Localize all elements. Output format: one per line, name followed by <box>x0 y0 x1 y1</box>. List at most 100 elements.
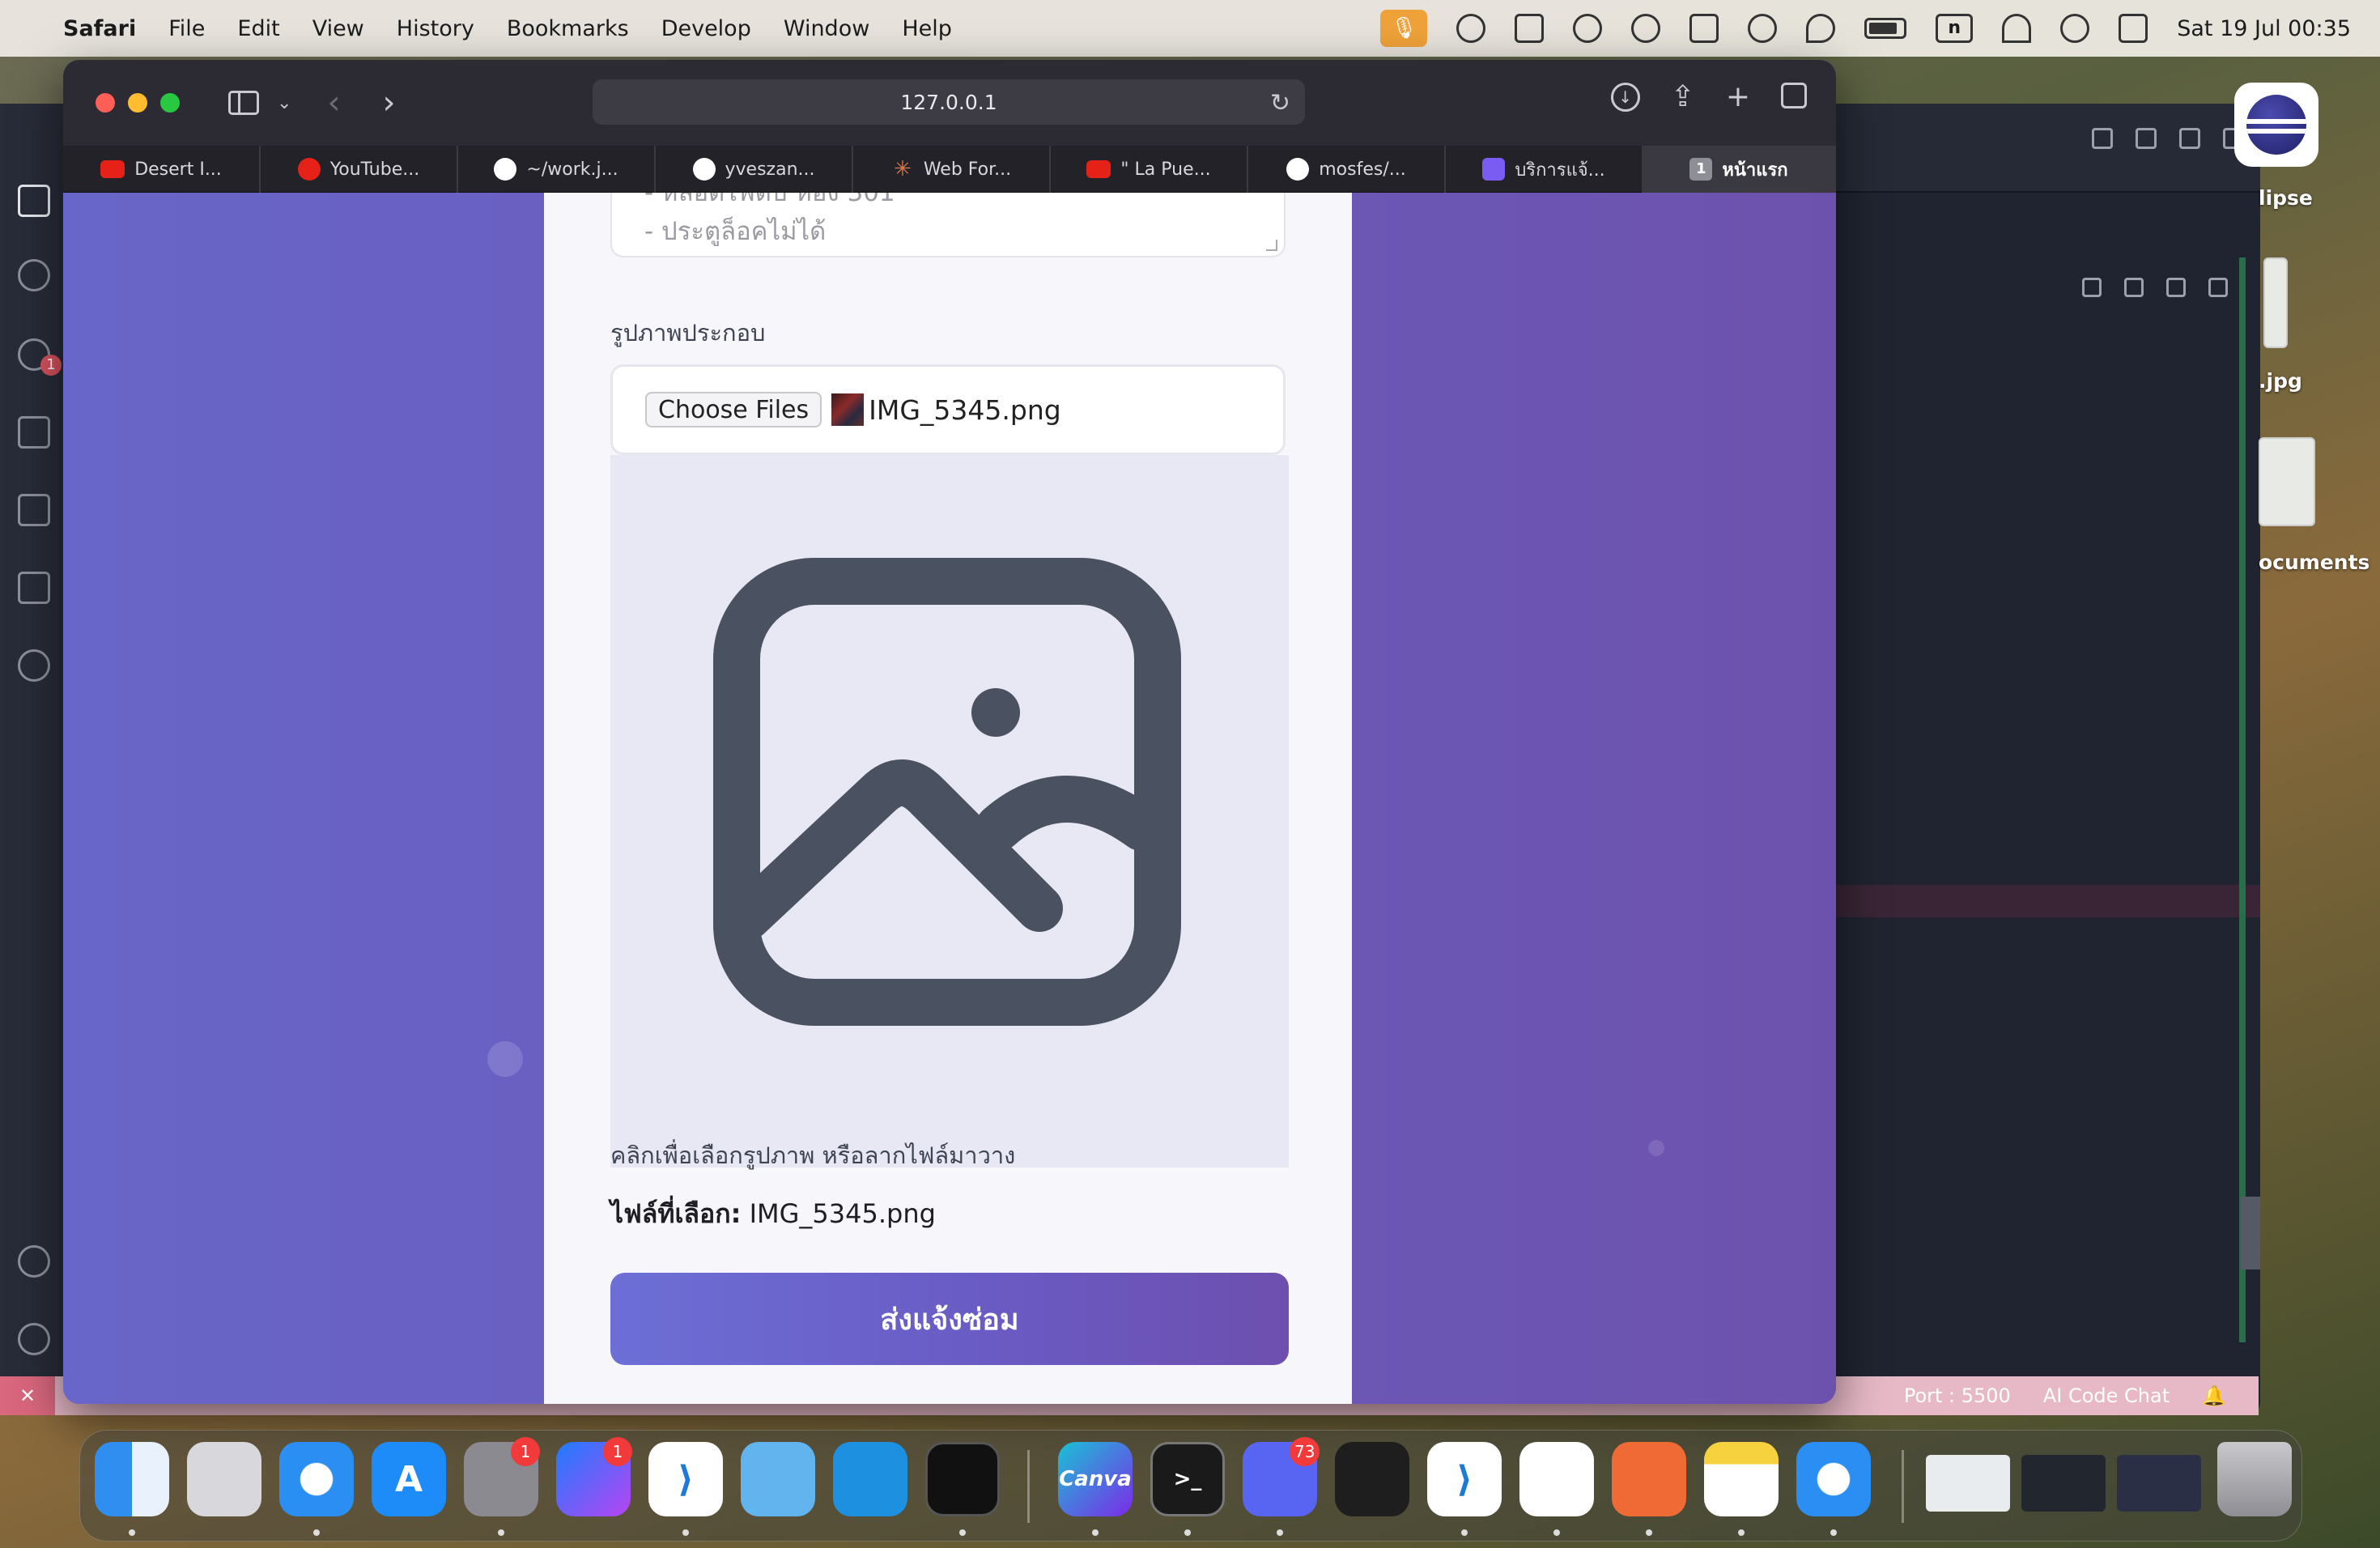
split-editor-icon[interactable] <box>2208 278 2228 297</box>
minimize-window-button[interactable] <box>128 93 147 113</box>
menu-clock[interactable]: Sat 19 Jul 00:35 <box>2177 16 2351 41</box>
address-bar[interactable]: 127.0.0.1 ↻ <box>593 79 1305 125</box>
live-server-port[interactable]: Port : 5500 <box>1904 1384 2011 1407</box>
menu-history[interactable]: History <box>397 16 474 41</box>
run-icon[interactable] <box>2082 278 2102 297</box>
new-tab-icon[interactable]: + <box>1726 83 1750 112</box>
resize-handle-icon[interactable] <box>1266 240 1277 251</box>
activity-monitor-icon[interactable] <box>925 1442 1000 1516</box>
moon-icon[interactable] <box>1806 14 1836 43</box>
safari-tech-preview-icon[interactable] <box>1796 1442 1871 1516</box>
desktop-jpg-thumbnail[interactable] <box>2263 257 2288 348</box>
chatgpt-status-icon[interactable] <box>1456 14 1486 43</box>
menu-file[interactable]: File <box>168 16 205 41</box>
search-icon[interactable] <box>2060 14 2090 43</box>
python-icon[interactable] <box>18 649 50 682</box>
desktop-documents-thumbnail[interactable] <box>2259 437 2315 526</box>
image-dropzone[interactable] <box>610 455 1289 1167</box>
toggle-sidebar-icon[interactable] <box>2092 128 2113 149</box>
microphone-icon[interactable]: 🎙 <box>1380 10 1428 47</box>
desktop-jpg-label[interactable]: .jpg <box>2259 369 2302 393</box>
menu-develop[interactable]: Develop <box>661 16 751 41</box>
tab-web-form[interactable]: ✳ Web For... <box>853 146 1051 193</box>
control-center-icon[interactable] <box>2119 14 2148 43</box>
play-status-icon[interactable] <box>1748 14 1778 43</box>
remote-explorer-icon[interactable] <box>18 572 50 604</box>
trash-icon[interactable] <box>2217 1442 2292 1516</box>
safari-dock-icon[interactable] <box>279 1442 354 1516</box>
forward-button[interactable]: › <box>382 84 395 121</box>
back-button[interactable]: ‹ <box>327 84 340 121</box>
postman-icon[interactable] <box>1612 1442 1686 1516</box>
file-input[interactable]: Choose Files IMG_5345.png <box>610 364 1286 455</box>
account-icon[interactable] <box>18 1245 50 1278</box>
menu-edit[interactable]: Edit <box>237 16 279 41</box>
folder-icon[interactable] <box>741 1442 815 1516</box>
notifications-bell-icon[interactable]: 🔔 <box>2202 1384 2226 1407</box>
share-icon[interactable]: ⇪ <box>1671 83 1695 112</box>
menu-app-name[interactable]: Safari <box>63 16 136 41</box>
menu-bookmarks[interactable]: Bookmarks <box>507 16 629 41</box>
input-source-icon[interactable]: n <box>1936 14 1974 43</box>
chatgpt-icon[interactable] <box>1519 1442 1594 1516</box>
battery-icon[interactable] <box>1864 18 1907 39</box>
tab-github-mosfes[interactable]: mosfes/... <box>1248 146 1446 193</box>
docker-icon[interactable] <box>833 1442 907 1516</box>
downloads-icon[interactable]: ↓ <box>1610 83 1640 112</box>
compare-icon[interactable] <box>2124 278 2144 297</box>
run-debug-icon[interactable] <box>18 416 50 449</box>
recent-window-thumbnail[interactable] <box>2021 1455 2106 1512</box>
tab-overview-icon[interactable] <box>1781 83 1807 108</box>
toggle-panel-icon[interactable] <box>2136 128 2157 149</box>
search-icon[interactable] <box>18 259 50 291</box>
menu-view[interactable]: View <box>312 16 364 41</box>
app-store-icon[interactable]: A <box>372 1442 446 1516</box>
accessibility-icon[interactable] <box>1631 14 1661 43</box>
terminal-icon[interactable]: >_ <box>1150 1442 1225 1516</box>
menu-help[interactable]: Help <box>902 16 952 41</box>
settings-gear-icon[interactable] <box>18 1323 50 1355</box>
image-placeholder-icon <box>713 558 1181 1026</box>
extensions-icon[interactable] <box>18 494 50 526</box>
tab-repair-service[interactable]: บริการแจ้... <box>1446 146 1643 193</box>
toggle-secondary-sidebar-icon[interactable] <box>2179 128 2200 149</box>
preview-icon[interactable] <box>2166 278 2186 297</box>
zoom-window-button[interactable] <box>160 93 180 113</box>
recent-window-thumbnail[interactable] <box>2117 1455 2201 1512</box>
vscode-alt-icon[interactable]: ⟩ <box>1427 1442 1502 1516</box>
tab-home-active[interactable]: 1 หน้าแรก <box>1643 146 1836 193</box>
url-text[interactable]: 127.0.0.1 <box>900 91 997 114</box>
launchpad-icon[interactable] <box>187 1442 261 1516</box>
figma-icon[interactable] <box>1335 1442 1409 1516</box>
eclipse-app-icon[interactable] <box>2234 83 2318 167</box>
explorer-icon[interactable] <box>18 185 50 217</box>
scrollbar-thumb[interactable] <box>2241 1197 2260 1269</box>
tab-youtube-music[interactable]: YouTube... <box>261 146 458 193</box>
sync-status-icon[interactable] <box>1573 14 1603 43</box>
remote-indicator-icon[interactable]: ✕ <box>0 1376 55 1415</box>
stage-manager-icon[interactable] <box>1689 14 1719 43</box>
notes-icon[interactable] <box>1704 1442 1779 1516</box>
reload-icon[interactable]: ↻ <box>1270 89 1290 117</box>
desktop-eclipse-label[interactable]: lipse <box>2259 186 2313 210</box>
tab-github-work[interactable]: ~/work.j... <box>458 146 656 193</box>
close-window-button[interactable] <box>96 93 115 113</box>
sidebar-toggle-icon[interactable] <box>228 91 259 115</box>
vscode-icon[interactable]: ⟩ <box>648 1442 723 1516</box>
choose-files-button[interactable]: Choose Files <box>645 392 822 427</box>
recent-window-thumbnail[interactable] <box>1926 1455 2010 1512</box>
desktop-documents-label[interactable]: ocuments <box>2259 551 2369 574</box>
wifi-icon[interactable] <box>2002 14 2032 43</box>
canva-icon[interactable]: Canva <box>1058 1442 1133 1516</box>
menu-window[interactable]: Window <box>784 16 869 41</box>
cat-status-icon[interactable] <box>1515 14 1545 43</box>
running-indicator <box>1830 1529 1837 1536</box>
ai-code-chat-status[interactable]: AI Code Chat <box>2043 1384 2170 1407</box>
tab-la-puerta[interactable]: " La Pue... <box>1051 146 1248 193</box>
finder-icon[interactable] <box>95 1442 169 1516</box>
tab-github-yveszan[interactable]: yveszan... <box>656 146 853 193</box>
chevron-down-icon[interactable]: ⌄ <box>277 93 291 113</box>
tab-desert[interactable]: Desert I... <box>63 146 261 193</box>
problem-description-textarea[interactable]: - หลอดไฟดับ ห้อง 301 - ประตูล็อคไม่ได้ <box>610 193 1286 257</box>
submit-repair-button[interactable]: ส่งแจ้งซ่อม <box>610 1273 1289 1365</box>
